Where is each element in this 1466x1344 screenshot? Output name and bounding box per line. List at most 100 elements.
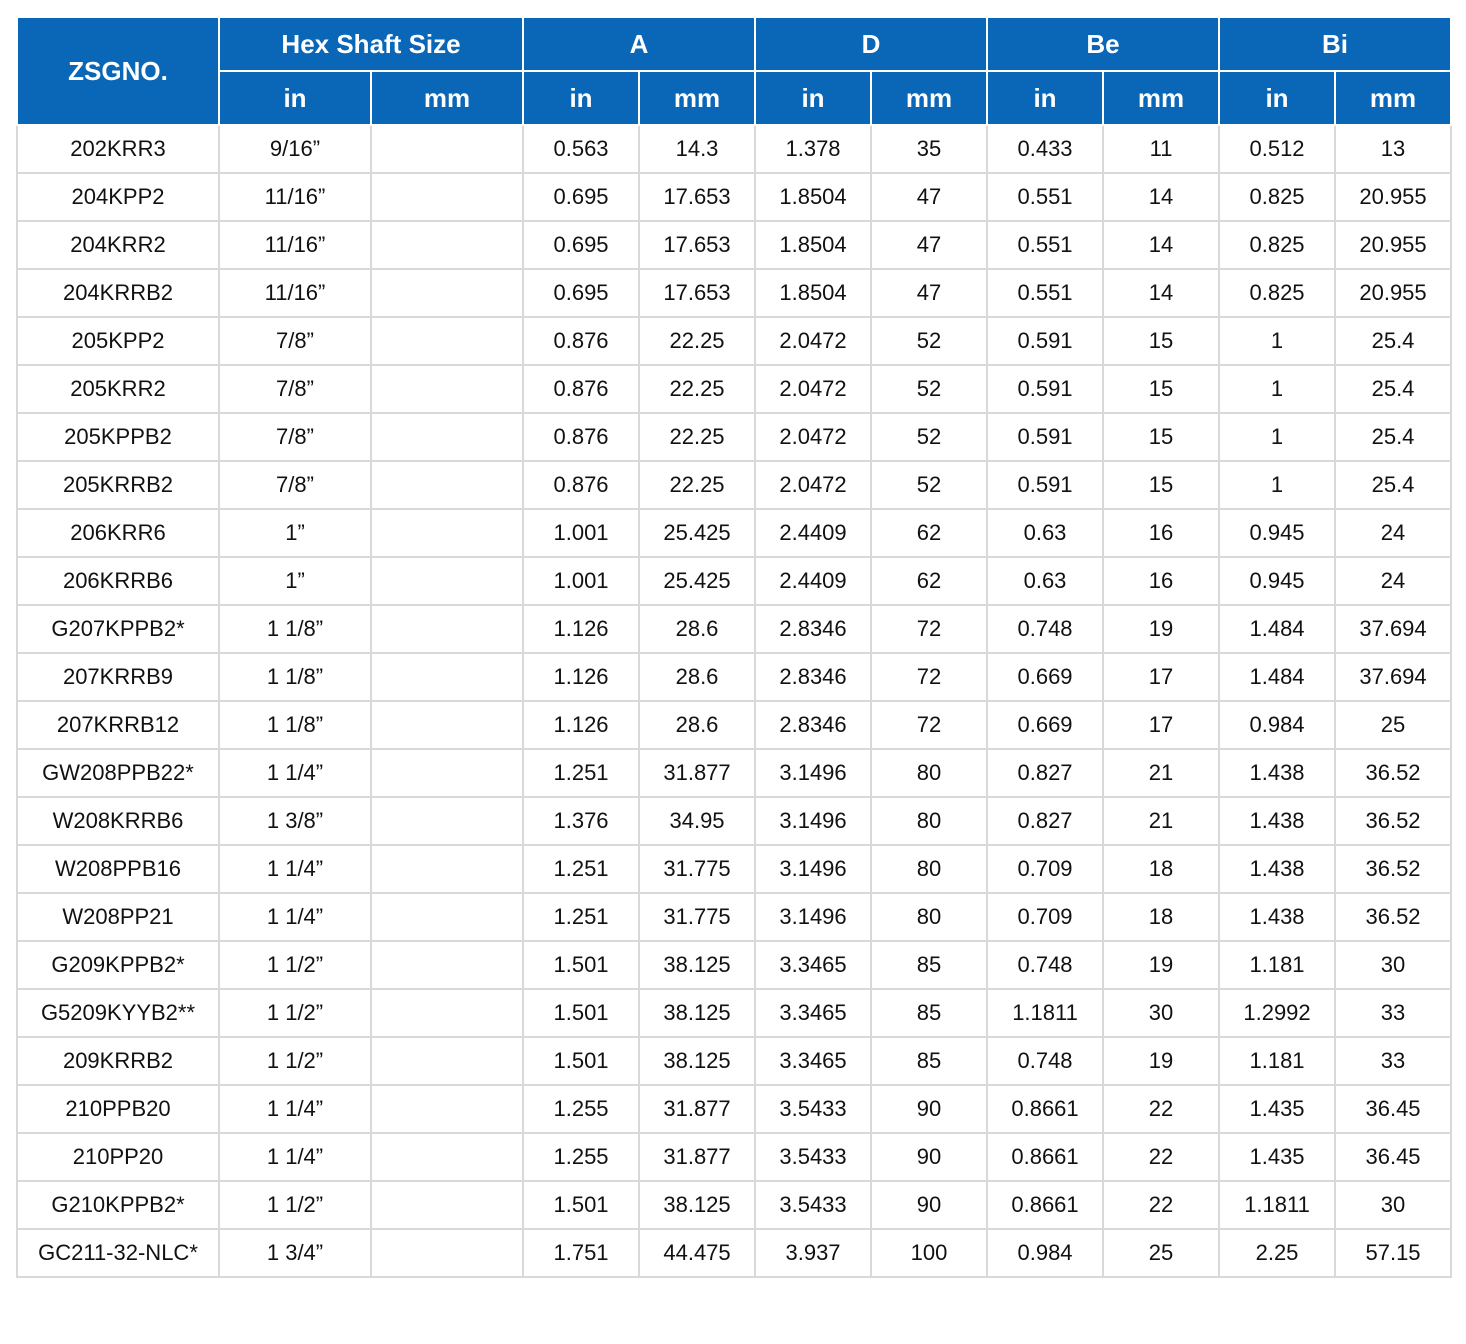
cell-bi-in: 1.484: [1218, 604, 1337, 654]
cell-bi-in: 0.512: [1218, 124, 1337, 174]
cell-shaft-mm: [369, 652, 525, 702]
header-be: Be: [986, 16, 1221, 72]
cell-d-in: 2.0472: [754, 412, 873, 462]
cell-shaft-mm: [369, 508, 525, 558]
cell-model: 205KRR2: [16, 364, 220, 414]
cell-shaft-mm: [369, 172, 525, 222]
cell-a-in: 1.501: [522, 988, 641, 1038]
cell-a-mm: 38.125: [638, 988, 757, 1038]
cell-bi-mm: 24: [1334, 508, 1453, 558]
cell-d-in: 1.8504: [754, 172, 873, 222]
cell-d-in: 2.8346: [754, 604, 873, 654]
cell-a-in: 1.501: [522, 1036, 641, 1086]
cell-shaft-mm: [369, 1180, 525, 1230]
cell-bi-in: 1.181: [1218, 940, 1337, 990]
cell-d-mm: 62: [870, 508, 989, 558]
cell-d-mm: 47: [870, 220, 989, 270]
cell-be-mm: 14: [1102, 268, 1221, 318]
cell-a-mm: 25.425: [638, 508, 757, 558]
cell-model: 204KPP2: [16, 172, 220, 222]
cell-be-in: 0.591: [986, 412, 1105, 462]
cell-bi-in: 1: [1218, 412, 1337, 462]
cell-be-in: 0.591: [986, 460, 1105, 510]
cell-bi-mm: 25.4: [1334, 316, 1453, 366]
cell-a-in: 0.563: [522, 124, 641, 174]
cell-shaft-in: 1”: [218, 508, 372, 558]
table-row: W208PPB16 1 1/4” 1.251 31.775 3.1496 80 0.709 1…: [16, 844, 1453, 894]
cell-be-in: 0.551: [986, 172, 1105, 222]
cell-model: 204KRRB2: [16, 268, 220, 318]
cell-be-in: 0.669: [986, 652, 1105, 702]
cell-be-mm: 17: [1102, 652, 1221, 702]
cell-d-in: 3.3465: [754, 940, 873, 990]
cell-a-mm: 31.877: [638, 1084, 757, 1134]
cell-be-mm: 14: [1102, 220, 1221, 270]
cell-a-mm: 44.475: [638, 1228, 757, 1278]
cell-a-mm: 14.3: [638, 124, 757, 174]
cell-d-mm: 90: [870, 1132, 989, 1182]
cell-be-in: 0.8661: [986, 1132, 1105, 1182]
cell-d-mm: 80: [870, 796, 989, 846]
cell-a-mm: 17.653: [638, 268, 757, 318]
cell-shaft-in: 1 1/2”: [218, 1180, 372, 1230]
cell-be-mm: 21: [1102, 796, 1221, 846]
cell-be-in: 1.1811: [986, 988, 1105, 1038]
cell-bi-mm: 36.45: [1334, 1132, 1453, 1182]
cell-shaft-mm: [369, 1036, 525, 1086]
bearing-spec-table: ZSGNO. Hex Shaft Size A D Be Bi in mm in…: [16, 16, 1453, 1278]
cell-a-mm: 22.25: [638, 412, 757, 462]
cell-d-in: 2.0472: [754, 460, 873, 510]
cell-a-in: 1.126: [522, 604, 641, 654]
cell-d-mm: 52: [870, 412, 989, 462]
cell-shaft-in: 1 1/4”: [218, 1132, 372, 1182]
cell-shaft-in: 11/16”: [218, 268, 372, 318]
cell-d-in: 3.5433: [754, 1180, 873, 1230]
cell-shaft-in: 1 1/2”: [218, 1036, 372, 1086]
cell-bi-in: 1: [1218, 316, 1337, 366]
table-row: G207KPPB2* 1 1/8” 1.126 28.6 2.8346 72 0.748 19…: [16, 604, 1453, 654]
cell-model: 204KRR2: [16, 220, 220, 270]
cell-shaft-in: 11/16”: [218, 172, 372, 222]
cell-model: W208KRRB6: [16, 796, 220, 846]
cell-model: GC211-32-NLC*: [16, 1228, 220, 1278]
cell-bi-in: 0.825: [1218, 220, 1337, 270]
cell-a-mm: 28.6: [638, 652, 757, 702]
table-row: 210PPB20 1 1/4” 1.255 31.877 3.5433 90 0.8661 2…: [16, 1084, 1453, 1134]
cell-a-mm: 28.6: [638, 700, 757, 750]
header-hex-shaft-size: Hex Shaft Size: [217, 16, 525, 72]
cell-a-in: 1.001: [522, 508, 641, 558]
cell-d-in: 3.5433: [754, 1132, 873, 1182]
table-row: 205KPPB2 7/8” 0.876 22.25 2.0472 52 0.591 15 1 25…: [16, 412, 1453, 462]
cell-be-mm: 22: [1102, 1132, 1221, 1182]
table-row: W208PP21 1 1/4” 1.251 31.775 3.1496 80 0.709 18…: [16, 892, 1453, 942]
cell-be-in: 0.63: [986, 556, 1105, 606]
header-unit: in: [986, 70, 1105, 126]
cell-d-mm: 90: [870, 1180, 989, 1230]
cell-a-mm: 25.425: [638, 556, 757, 606]
cell-be-in: 0.433: [986, 124, 1105, 174]
cell-shaft-mm: [369, 124, 525, 174]
cell-a-in: 0.876: [522, 364, 641, 414]
cell-bi-mm: 36.52: [1334, 892, 1453, 942]
table-row: 207KRRB9 1 1/8” 1.126 28.6 2.8346 72 0.669 17 1.…: [16, 652, 1453, 702]
cell-model: 205KRRB2: [16, 460, 220, 510]
cell-be-in: 0.984: [986, 1228, 1105, 1278]
cell-shaft-mm: [369, 1132, 525, 1182]
cell-shaft-in: 1 1/4”: [218, 1084, 372, 1134]
cell-shaft-in: 1 1/4”: [218, 892, 372, 942]
table-row: 209KRRB2 1 1/2” 1.501 38.125 3.3465 85 0.748 19…: [16, 1036, 1453, 1086]
header-unit: mm: [870, 70, 989, 126]
cell-bi-in: 1: [1218, 364, 1337, 414]
cell-model: W208PPB16: [16, 844, 220, 894]
cell-model: 206KRRB6: [16, 556, 220, 606]
cell-be-in: 0.591: [986, 364, 1105, 414]
cell-bi-in: 1.438: [1218, 796, 1337, 846]
table-row: 205KRRB2 7/8” 0.876 22.25 2.0472 52 0.591 15 1 25…: [16, 460, 1453, 510]
table-row: W208KRRB6 1 3/8” 1.376 34.95 3.1496 80 0.827 21…: [16, 796, 1453, 846]
cell-a-mm: 34.95: [638, 796, 757, 846]
cell-a-mm: 31.775: [638, 892, 757, 942]
cell-d-in: 2.8346: [754, 700, 873, 750]
cell-shaft-in: 7/8”: [218, 412, 372, 462]
cell-model: 207KRRB9: [16, 652, 220, 702]
cell-bi-mm: 33: [1334, 1036, 1453, 1086]
